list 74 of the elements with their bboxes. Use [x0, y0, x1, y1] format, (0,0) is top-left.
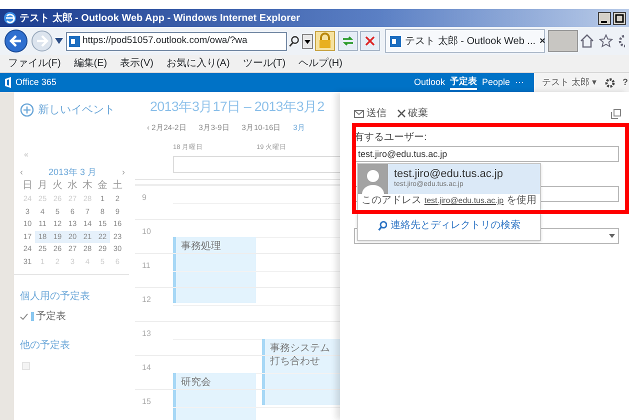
menu-item[interactable]: 編集(E)	[74, 56, 108, 71]
calendar-event[interactable]: 研究会	[173, 373, 256, 420]
use-address-text: このアドレス test.jiro@edu.tus.ac.jp を使用	[358, 194, 540, 212]
menu-item[interactable]: ツール(T)	[242, 56, 286, 71]
hour-label: 14	[141, 362, 151, 370]
checkbox-icon[interactable]	[22, 362, 30, 370]
browser-tab[interactable]: テスト 太郎 - Outlook Web ... ×	[385, 29, 546, 53]
weekday-label: 金	[96, 179, 108, 193]
hour-label: 15	[141, 396, 151, 404]
popout-icon[interactable]	[611, 108, 621, 118]
site-icon	[68, 36, 80, 46]
hour-label: 11	[141, 260, 150, 268]
weekday-label: 日	[22, 179, 34, 193]
new-event-link[interactable]: 新しいイベント	[38, 102, 115, 118]
weekday-label: 木	[82, 179, 94, 193]
back-icon[interactable]	[4, 29, 28, 53]
dropdown-icon[interactable]	[302, 34, 313, 48]
caret-icon	[609, 234, 615, 238]
envelope-icon	[354, 110, 364, 118]
date-range-title: 2013年3月17日 – 2013年3月2	[149, 98, 326, 116]
menu-item[interactable]: ファイル(F)	[8, 56, 61, 71]
collapse-button[interactable]: «	[24, 148, 34, 160]
share-with-field[interactable]: test.jiro@edu.tus.ac.jp	[354, 146, 619, 162]
caret-icon[interactable]	[55, 38, 63, 44]
hour-label: 9	[141, 192, 146, 200]
previous-month-button[interactable]: ‹	[20, 166, 23, 179]
search-directory-link[interactable]: 連絡先とディレクトリの検索	[390, 218, 520, 233]
maximize-icon[interactable]	[613, 12, 626, 24]
stop-icon[interactable]	[360, 31, 380, 51]
address-field[interactable]: https://pod51057.outlook.com/owa/?wa	[66, 32, 287, 50]
office-logo-icon	[5, 77, 13, 88]
next-month-button[interactable]: ›	[122, 166, 125, 179]
user-menu[interactable]: テスト 太郎 ▾	[542, 76, 597, 90]
suggestion-name: test.jiro@edu.tus.ac.jp	[394, 168, 503, 180]
section-title[interactable]: 他の予定表	[20, 338, 135, 353]
menu-item[interactable]: 表示(V)	[120, 56, 154, 71]
calendar-event[interactable]: 事務システム打ち合わせ	[262, 339, 340, 406]
address-text: https://pod51057.outlook.com/owa/?wa	[82, 34, 248, 48]
tab-title: テスト 太郎 - Outlook Web ...	[405, 34, 536, 48]
hour-label: 12	[141, 294, 151, 302]
month-title: 2013年 3 月	[48, 166, 97, 178]
office-logo-text: Office 365	[16, 76, 56, 89]
address-link[interactable]: test.jiro@edu.tus.ac.jp	[424, 196, 504, 205]
minimize-icon[interactable]	[598, 12, 610, 24]
calendar-name[interactable]: 予定表	[36, 309, 66, 324]
site-icon	[390, 36, 402, 46]
home-icon[interactable]	[580, 34, 594, 48]
close-icon	[396, 109, 406, 118]
calendar-event[interactable]: 事務処理	[173, 237, 256, 304]
hour-label: 10	[141, 226, 151, 234]
checkmark-icon[interactable]	[20, 313, 28, 320]
search-icon	[378, 220, 386, 230]
weekday-label: 水	[66, 179, 78, 193]
menu-item[interactable]: ヘルプ(H)	[298, 56, 342, 71]
refresh-icon[interactable]	[338, 31, 358, 51]
help-button[interactable]: ?	[622, 76, 628, 90]
suite-link[interactable]: 予定表	[450, 74, 477, 90]
browser-logo-icon	[3, 11, 17, 25]
toolbar-button[interactable]: 送信	[354, 106, 386, 121]
suite-link[interactable]: People	[482, 76, 510, 90]
more-button[interactable]: ···	[515, 76, 524, 90]
weekday-label: 火	[52, 179, 64, 193]
star-icon[interactable]	[599, 34, 613, 48]
toolbar-button[interactable]: 破棄	[396, 106, 428, 121]
menu-item[interactable]: お気に入り(A)	[166, 56, 230, 71]
search-icon[interactable]	[289, 36, 300, 46]
weekday-label: 土	[112, 179, 124, 193]
hour-label: 13	[141, 328, 151, 336]
suite-link[interactable]: Outlook	[414, 76, 445, 90]
window-title: テスト 太郎 - Outlook Web App - Windows Internet Explorer	[20, 11, 300, 26]
add-icon[interactable]	[20, 103, 34, 118]
section-title[interactable]: 個人用の予定表	[20, 289, 135, 304]
weekday-label: 月	[36, 179, 48, 193]
tab-close-button[interactable]: ×	[540, 34, 546, 48]
